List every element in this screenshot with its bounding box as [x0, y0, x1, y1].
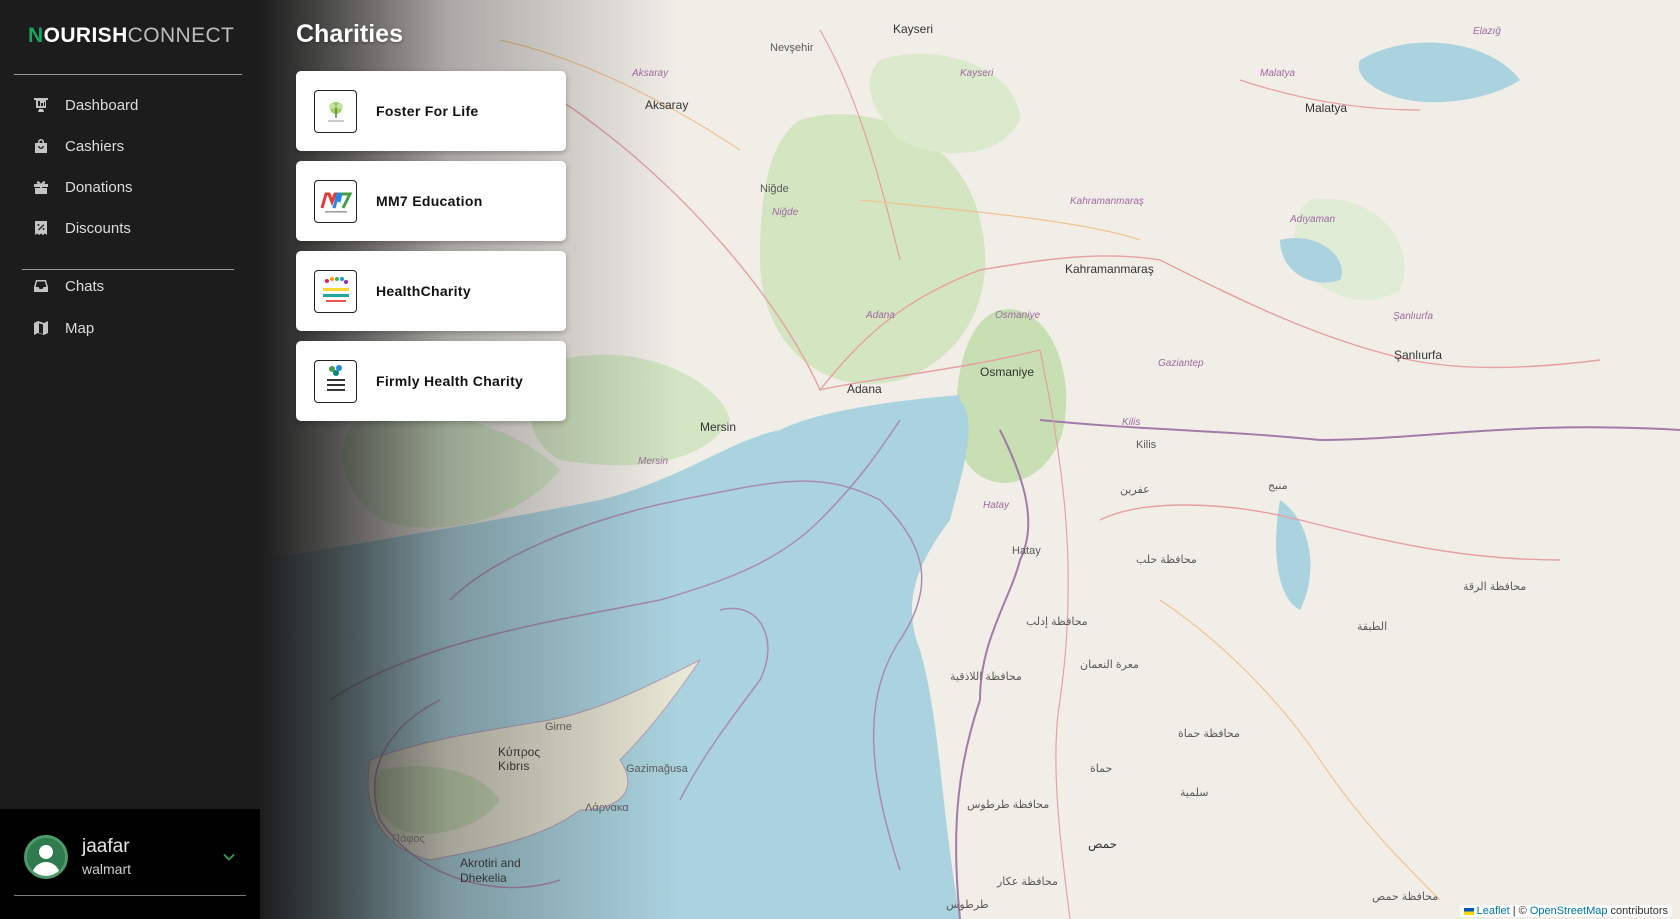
sidebar: NOURISHCONNECT Dashboard Cashiers Donati… — [0, 0, 260, 919]
sidebar-item-label: Map — [65, 319, 95, 337]
map-label-city: معرة النعمان — [1080, 659, 1139, 671]
map-label-region: محافظة عكار — [997, 876, 1058, 888]
map-label-city: Malatya — [1305, 101, 1348, 115]
map-label-region: Malatya — [1260, 68, 1296, 79]
map-label-city: Mersin — [700, 420, 737, 434]
map-label-city: Kilis — [1136, 439, 1157, 451]
map-label-city: Kayseri — [893, 22, 934, 36]
user-avatar-icon — [24, 835, 68, 879]
brand-logo-light: CONNECT — [127, 24, 235, 47]
map-label-region: Hatay — [983, 500, 1010, 511]
map-label-region: Aksaray — [632, 68, 669, 79]
map-label-territory: Akrotiri and Dhekelia — [460, 856, 521, 885]
map-label-region: محافظة حمص — [1372, 891, 1439, 903]
map-label-region: محافظة اللاذقية — [950, 671, 1022, 683]
map-label-city: حماة — [1090, 763, 1113, 775]
map-label-city: Aksaray — [645, 98, 689, 112]
sidebar-item-label: Chats — [65, 277, 105, 295]
charity-card[interactable]: HealthCharity — [296, 251, 566, 331]
mm7-education-logo — [314, 179, 357, 223]
charity-name: Foster For Life — [376, 103, 479, 119]
map-label-region: Şanlıurfa — [1393, 311, 1434, 322]
map-label-region: محافظة حلب — [1136, 554, 1197, 566]
shopping-bag-icon — [33, 138, 49, 154]
foster-for-life-logo — [314, 89, 357, 133]
map-label-city: طرطوس — [946, 899, 989, 911]
sidebar-item-label: Donations — [65, 178, 133, 196]
gift-icon — [33, 179, 49, 195]
sidebar-item-map[interactable]: Map — [0, 310, 260, 346]
map-label-country: Κύπρος Kıbrıs — [498, 745, 541, 773]
map-label-region: Gaziantep — [1158, 358, 1204, 369]
charity-card[interactable]: Foster For Life — [296, 71, 566, 151]
map-label-region: Elazığ — [1473, 26, 1501, 37]
map-label-city: Girne — [545, 721, 572, 733]
main-content: Kayseri Kayseri Nevşehir Aksaray Aksaray… — [260, 0, 1680, 919]
charity-name: MM7 Education — [376, 193, 483, 209]
map-attribution: Leaflet | © OpenStreetMap contributors — [1459, 905, 1672, 917]
user-panel[interactable]: jaafar walmart — [0, 809, 260, 919]
sidebar-item-cashiers[interactable]: Cashiers — [0, 128, 260, 164]
charity-card[interactable]: MM7 Education — [296, 161, 566, 241]
firmly-health-charity-logo — [314, 359, 357, 403]
map-label-region: محافظة إدلب — [1026, 616, 1088, 628]
sidebar-item-label: Cashiers — [65, 137, 125, 155]
map-label-city: عفرين — [1120, 484, 1150, 496]
map-label-city: منبج — [1268, 480, 1288, 492]
brand-logo-initial: N — [28, 24, 44, 47]
map-label-city: Nevşehir — [770, 42, 814, 54]
map-label-region: Mersin — [638, 456, 669, 467]
openstreetmap-link[interactable]: OpenStreetMap — [1530, 905, 1608, 917]
inbox-icon — [33, 278, 49, 294]
map-label-region: Adıyaman — [1290, 214, 1336, 225]
brand-logo[interactable]: NOURISHCONNECT — [28, 24, 234, 48]
map-label-city: Λάρνακα — [585, 802, 629, 814]
map-label-region: Kayseri — [960, 68, 994, 79]
charity-name: Firmly Health Charity — [376, 373, 524, 389]
sidebar-item-discounts[interactable]: Discounts — [0, 210, 260, 246]
map-label-city: حمص — [1088, 837, 1118, 851]
map-label-city: Adana — [847, 382, 882, 396]
map-label-city: الطبقة — [1357, 621, 1388, 633]
map-label-region: Kahramanmaraş — [1070, 196, 1144, 207]
map-label-region: محافظة طرطوس — [967, 799, 1050, 811]
map-label-city: Osmaniye — [980, 365, 1035, 379]
attribution-suffix: contributors — [1607, 905, 1668, 917]
leaflet-link[interactable]: Leaflet — [1477, 905, 1510, 917]
sidebar-item-chats[interactable]: Chats — [0, 268, 260, 304]
sidebar-item-label: Discounts — [65, 219, 131, 237]
sidebar-item-dashboard[interactable]: Dashboard — [0, 87, 260, 123]
page-title: Charities — [296, 20, 403, 48]
chevron-down-icon[interactable] — [222, 850, 236, 864]
sidebar-item-donations[interactable]: Donations — [0, 169, 260, 205]
user-name: jaafar — [82, 836, 130, 857]
map-icon — [33, 320, 49, 336]
user-panel-divider — [14, 895, 246, 896]
map-label-region: محافظة حماة — [1178, 728, 1240, 740]
map-label-city: Hatay — [1012, 545, 1041, 557]
dashboard-icon — [33, 97, 49, 113]
map-label-city: Şanlıurfa — [1394, 348, 1443, 362]
map-label-city: Kahramanmaraş — [1065, 262, 1154, 276]
map-label-city: Πάφος — [392, 833, 425, 845]
map-label-region: Kilis — [1122, 417, 1141, 428]
sidebar-divider — [14, 74, 242, 75]
sidebar-item-label: Dashboard — [65, 96, 139, 114]
healthcharity-logo — [314, 269, 357, 313]
map-label-region: Niğde — [772, 207, 799, 218]
attribution-separator: | © — [1509, 905, 1530, 917]
ukraine-flag-icon — [1463, 907, 1474, 915]
charity-card[interactable]: Firmly Health Charity — [296, 341, 566, 421]
charity-name: HealthCharity — [376, 283, 471, 299]
receipt-percent-icon — [33, 220, 49, 236]
map-label-region: Osmaniye — [995, 310, 1041, 321]
map-label-region: Adana — [866, 310, 895, 321]
map-label-city: Niğde — [760, 183, 789, 195]
map-label-region: محافظة الرقة — [1463, 581, 1527, 593]
brand-logo-bold: OURISH — [43, 24, 128, 47]
map-label-city: Gazimağusa — [626, 763, 688, 775]
map-label-city: سلمية — [1180, 787, 1209, 799]
user-organization: walmart — [82, 861, 132, 877]
